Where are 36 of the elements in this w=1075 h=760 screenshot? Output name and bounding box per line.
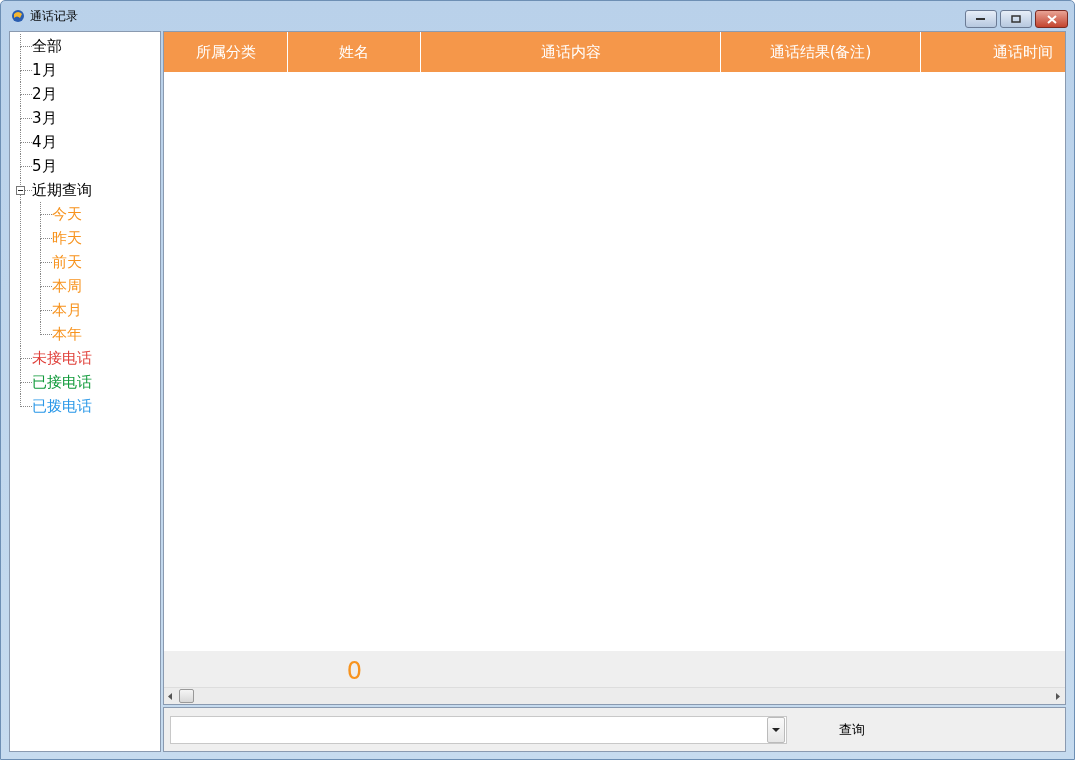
close-icon xyxy=(1046,14,1057,24)
tree-item[interactable]: 本周 xyxy=(52,277,82,295)
tree-item[interactable]: 4月 xyxy=(32,133,57,151)
collapse-icon[interactable] xyxy=(16,186,25,195)
tree-item[interactable]: 1月 xyxy=(32,61,57,79)
tree-item[interactable]: 本月 xyxy=(52,301,82,319)
tree-item[interactable]: 未接电话 xyxy=(32,349,92,367)
scroll-right-icon[interactable] xyxy=(1056,692,1061,700)
tree-item[interactable]: 全部 xyxy=(32,37,62,55)
tree-item[interactable]: 2月 xyxy=(32,85,57,103)
tree-item[interactable]: 前天 xyxy=(52,253,82,271)
globe-icon xyxy=(11,9,25,23)
minimize-button[interactable] xyxy=(965,10,997,28)
column-header[interactable]: 通话结果(备注) xyxy=(721,32,921,72)
tree-item[interactable]: 3月 xyxy=(32,109,57,127)
tree-item[interactable]: 本年 xyxy=(52,325,82,343)
maximize-icon xyxy=(1011,15,1021,23)
tree-item[interactable]: 已拨电话 xyxy=(32,397,92,415)
column-header[interactable]: 所属分类 xyxy=(164,32,288,72)
close-button[interactable] xyxy=(1035,10,1068,28)
minimize-icon xyxy=(976,17,986,21)
maximize-button[interactable] xyxy=(1000,10,1032,28)
tree-item[interactable]: 5月 xyxy=(32,157,57,175)
column-header[interactable]: 通话时间 xyxy=(921,32,1065,72)
column-header[interactable]: 姓名 xyxy=(288,32,421,72)
search-button[interactable]: 查询 xyxy=(827,716,877,743)
tree-item[interactable]: 近期查询 xyxy=(32,181,92,199)
record-count: 0 xyxy=(346,657,363,685)
scroll-left-icon[interactable] xyxy=(168,692,173,700)
scrollbar-thumb[interactable] xyxy=(179,689,194,703)
tree-item[interactable]: 已接电话 xyxy=(32,373,92,391)
horizontal-scrollbar[interactable] xyxy=(164,687,1065,704)
tree-item[interactable]: 今天 xyxy=(52,205,82,223)
window-title: 通话记录 xyxy=(30,7,78,25)
tree-item[interactable]: 昨天 xyxy=(52,229,82,247)
column-header[interactable]: 通话内容 xyxy=(421,32,721,72)
